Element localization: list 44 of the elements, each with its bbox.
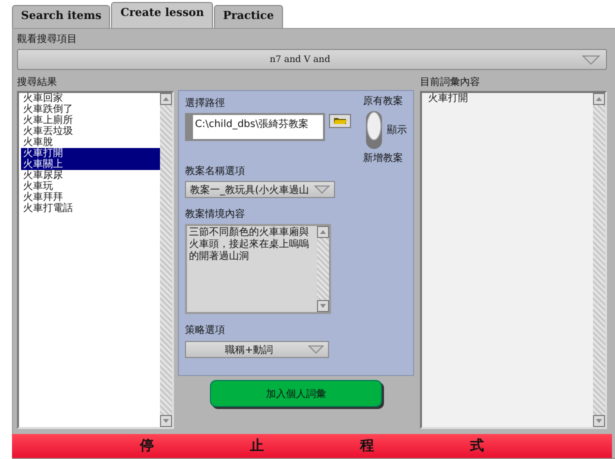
context-textbox[interactable]: 三節不同顏色的火車車廂與火車頭，接起來在桌上嗚嗚的開著過山洞: [185, 224, 331, 314]
scroll-down-icon[interactable]: [160, 415, 172, 427]
dropdown-arrow-icon: [308, 345, 324, 354]
lesson-name-dropdown[interactable]: 教案一_教玩具(小火車過山: [185, 181, 335, 198]
section-label: 目前詞彙內容: [420, 76, 480, 89]
list-item[interactable]: 火車跌倒了: [21, 104, 160, 115]
list-item[interactable]: 火車拜拜: [21, 192, 160, 203]
stop-program-button[interactable]: 停止程式: [12, 434, 612, 458]
section-label: 搜尋結果: [17, 76, 57, 89]
folder-icon[interactable]: [329, 114, 351, 128]
field-label: 教案情境內容: [185, 208, 245, 221]
scroll-up-icon[interactable]: [317, 226, 329, 238]
scroll-up-icon[interactable]: [593, 93, 605, 105]
list-item[interactable]: 火車丟垃圾: [21, 126, 160, 137]
list-item[interactable]: 火車脫: [21, 137, 160, 148]
list-item[interactable]: 火車上廁所: [21, 115, 160, 126]
field-label: 策略選項: [185, 324, 225, 337]
add-vocabulary-button[interactable]: 加入個人詞彙: [210, 380, 382, 407]
list-item[interactable]: 火車回家: [21, 93, 160, 104]
search-items-dropdown[interactable]: n7 and V and: [17, 49, 607, 70]
scrollbar[interactable]: [160, 93, 172, 427]
list-item[interactable]: 火車尿尿: [21, 170, 160, 181]
path-field[interactable]: C:\child_dbs\張綺芬教案: [185, 113, 325, 141]
list-item[interactable]: 火車關上: [21, 159, 160, 170]
scroll-up-icon[interactable]: [160, 93, 172, 105]
tab[interactable]: Create lesson: [111, 2, 213, 28]
list-item[interactable]: 火車玩: [21, 181, 160, 192]
toggle-switch[interactable]: [365, 110, 383, 150]
field-label: 教案名稱選項: [185, 165, 245, 178]
list-item[interactable]: 火車打開: [21, 148, 160, 159]
list-item[interactable]: 火車打電話: [21, 203, 160, 214]
switch-label: 新增教案: [363, 152, 403, 165]
tab[interactable]: Search items: [12, 5, 110, 28]
list-item[interactable]: 火車打開: [426, 93, 593, 104]
switch-label: 原有教案: [363, 95, 403, 108]
dropdown-arrow-icon: [314, 185, 330, 194]
scroll-down-icon[interactable]: [317, 300, 329, 312]
tab[interactable]: Practice: [214, 5, 283, 28]
section-label: 觀看搜尋項目: [17, 33, 77, 46]
scroll-down-icon[interactable]: [593, 415, 605, 427]
field-label: 選擇路徑: [185, 97, 225, 110]
switch-label: 顯示: [387, 124, 407, 136]
dropdown-arrow-icon: [582, 54, 600, 64]
strategy-dropdown[interactable]: 職稱+動詞: [185, 341, 329, 358]
